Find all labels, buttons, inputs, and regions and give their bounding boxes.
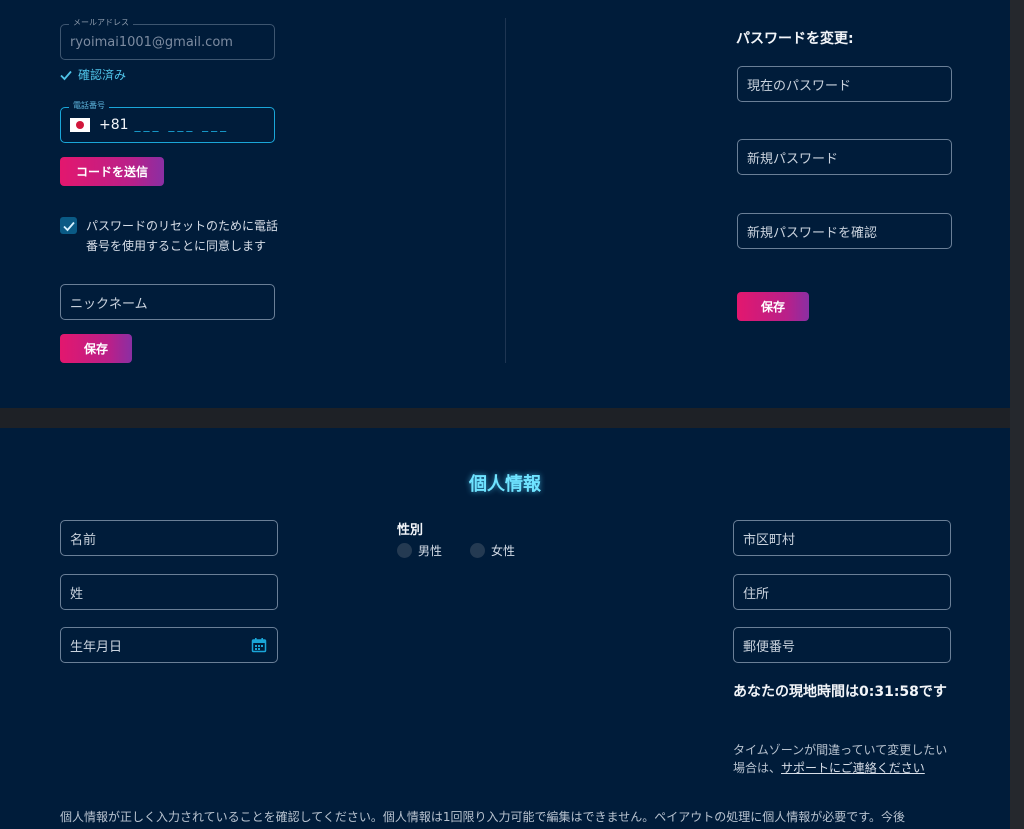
email-verified-status: 確認済み bbox=[60, 66, 126, 83]
personal-info-note: 個人情報が正しく入力されていることを確認してください。個人情報は1回限り入力可能… bbox=[60, 810, 906, 824]
email-field: メールアドレス ryoimai1001@gmail.com bbox=[60, 17, 275, 60]
radio-icon[interactable] bbox=[470, 543, 485, 558]
save-account-button[interactable]: 保存 bbox=[60, 334, 132, 363]
postal-code-input[interactable]: 郵便番号 bbox=[733, 627, 951, 663]
confirm-password-placeholder: 新規パスワードを確認 bbox=[747, 225, 878, 241]
panel-divider bbox=[505, 18, 506, 363]
local-time-text: あなたの現地時間は0:31:58です bbox=[733, 684, 947, 700]
current-password-input[interactable]: 現在のパスワード bbox=[737, 66, 952, 102]
support-link[interactable]: サポートにご連絡ください bbox=[781, 761, 925, 775]
address-placeholder: 住所 bbox=[743, 586, 770, 602]
last-name-placeholder: 姓 bbox=[70, 586, 84, 602]
gender-label: 性別 bbox=[397, 523, 424, 538]
checkbox-checked-icon bbox=[62, 221, 75, 231]
birthdate-input[interactable]: 生年月日 bbox=[60, 627, 278, 663]
nickname-input[interactable]: ニックネーム bbox=[60, 284, 275, 320]
new-password-input[interactable]: 新規パスワード bbox=[737, 139, 952, 175]
page-scrollbar-area bbox=[1010, 0, 1024, 829]
first-name-placeholder: 名前 bbox=[70, 532, 97, 548]
password-section-title: パスワードを変更: bbox=[736, 31, 854, 47]
nickname-placeholder: ニックネーム bbox=[70, 296, 148, 312]
check-icon bbox=[60, 70, 72, 80]
gender-option-female[interactable]: 女性 bbox=[470, 542, 515, 559]
save-password-button[interactable]: 保存 bbox=[737, 292, 809, 321]
new-password-placeholder: 新規パスワード bbox=[747, 151, 839, 167]
consent-text: パスワードのリセットのために電話番号を使用することに同意します bbox=[86, 219, 279, 253]
first-name-input[interactable]: 名前 bbox=[60, 520, 278, 556]
email-label: メールアドレス bbox=[69, 17, 133, 29]
current-password-placeholder: 現在のパスワード bbox=[747, 78, 852, 94]
japan-flag-icon bbox=[70, 118, 90, 132]
account-settings-panel: メールアドレス ryoimai1001@gmail.com 確認済み 電話番号 … bbox=[0, 0, 1010, 408]
consent-checkbox[interactable] bbox=[60, 217, 77, 234]
postal-code-placeholder: 郵便番号 bbox=[743, 639, 796, 655]
city-input[interactable]: 市区町村 bbox=[733, 520, 951, 556]
city-placeholder: 市区町村 bbox=[743, 532, 796, 548]
gender-option-label: 男性 bbox=[418, 544, 443, 558]
address-input[interactable]: 住所 bbox=[733, 574, 951, 610]
confirm-password-input[interactable]: 新規パスワードを確認 bbox=[737, 213, 952, 249]
phone-mask: ___ ___ ___ bbox=[134, 118, 230, 132]
phone-country-code: +81 bbox=[99, 117, 129, 133]
gender-option-label: 女性 bbox=[491, 544, 516, 558]
radio-icon[interactable] bbox=[397, 543, 412, 558]
phone-label: 電話番号 bbox=[69, 100, 109, 112]
last-name-input[interactable]: 姓 bbox=[60, 574, 278, 610]
personal-info-title: 個人情報 bbox=[469, 474, 541, 495]
send-code-button[interactable]: コードを送信 bbox=[60, 157, 164, 186]
birthdate-placeholder: 生年月日 bbox=[70, 639, 123, 655]
timezone-note: タイムゾーンが間違っていて変更したい場合は、サポートにご連絡ください bbox=[733, 741, 958, 777]
phone-input[interactable]: 電話番号 +81 ___ ___ ___ bbox=[60, 100, 275, 143]
gender-option-male[interactable]: 男性 bbox=[397, 542, 442, 559]
verified-text: 確認済み bbox=[78, 68, 127, 82]
calendar-icon[interactable] bbox=[251, 637, 267, 653]
email-value: ryoimai1001@gmail.com bbox=[70, 34, 233, 50]
